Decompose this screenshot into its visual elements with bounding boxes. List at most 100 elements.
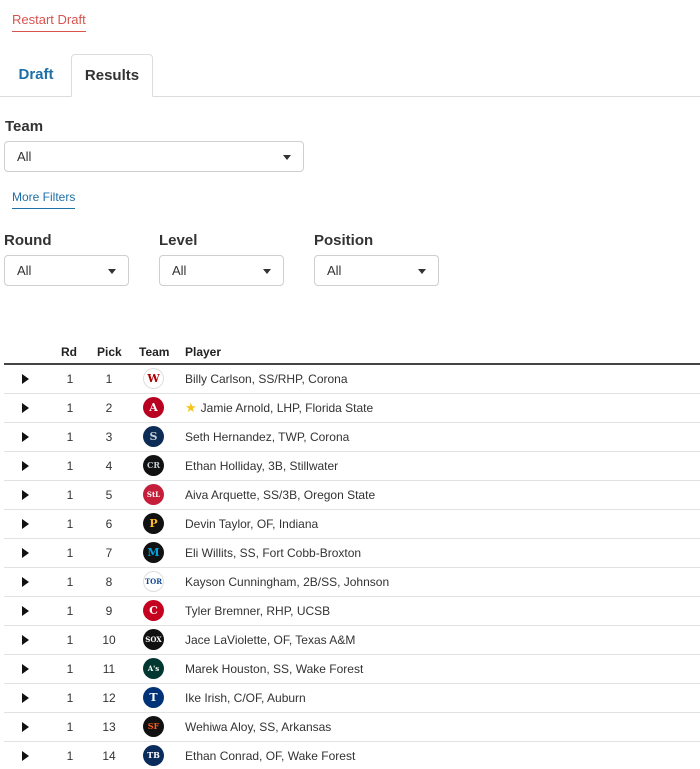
caret-right-icon[interactable] xyxy=(22,432,29,442)
caret-right-icon[interactable] xyxy=(22,693,29,703)
team-logo-icon: TB xyxy=(143,745,164,766)
player-name: Jamie Arnold, LHP, Florida State xyxy=(200,401,374,415)
player-cell[interactable]: Eli Willits, SS, Fort Cobb-Broxton xyxy=(185,546,361,560)
round-cell: 1 xyxy=(66,575,74,589)
player-name: Eli Willits, SS, Fort Cobb-Broxton xyxy=(185,546,362,560)
team-logo-icon: SF xyxy=(143,716,164,737)
column-header-rd[interactable]: Rd xyxy=(61,345,77,359)
pick-cell: 2 xyxy=(105,401,113,415)
pick-cell: 7 xyxy=(105,546,113,560)
player-cell[interactable]: Ethan Conrad, OF, Wake Forest xyxy=(185,749,355,763)
team-select-value: All xyxy=(17,149,32,164)
caret-right-icon[interactable] xyxy=(22,606,29,616)
chevron-down-icon xyxy=(263,269,271,274)
round-cell: 1 xyxy=(66,430,74,444)
player-cell[interactable]: ★ Jamie Arnold, LHP, Florida State xyxy=(185,401,373,416)
caret-right-icon[interactable] xyxy=(22,722,29,732)
round-cell: 1 xyxy=(66,488,74,502)
team-logo-icon: S xyxy=(143,426,164,447)
caret-right-icon[interactable] xyxy=(22,751,29,761)
caret-right-icon[interactable] xyxy=(22,548,29,558)
table-row[interactable]: 1 9 C Tyler Bremner, RHP, UCSB xyxy=(4,597,700,626)
pick-cell: 10 xyxy=(102,633,116,647)
player-name: Tyler Bremner, RHP, UCSB xyxy=(185,604,331,618)
player-cell[interactable]: Marek Houston, SS, Wake Forest xyxy=(185,662,363,676)
player-cell[interactable]: Devin Taylor, OF, Indiana xyxy=(185,517,318,531)
round-cell: 1 xyxy=(66,372,74,386)
column-header-pick[interactable]: Pick xyxy=(97,345,122,359)
player-cell[interactable]: Billy Carlson, SS/RHP, Corona xyxy=(185,372,348,386)
player-cell[interactable]: Ike Irish, C/OF, Auburn xyxy=(185,691,306,705)
tab-draft[interactable]: Draft xyxy=(4,54,68,95)
table-row[interactable]: 1 13 SF Wehiwa Aloy, SS, Arkansas xyxy=(4,713,700,742)
column-header-team[interactable]: Team xyxy=(139,345,169,359)
table-row[interactable]: 1 6 P Devin Taylor, OF, Indiana xyxy=(4,510,700,539)
player-name: Ethan Conrad, OF, Wake Forest xyxy=(185,749,356,763)
player-name: Ike Irish, C/OF, Auburn xyxy=(185,691,306,705)
restart-draft-link[interactable]: Restart Draft xyxy=(12,12,86,32)
caret-right-icon[interactable] xyxy=(22,577,29,587)
pick-cell: 1 xyxy=(105,372,113,386)
team-select[interactable]: All xyxy=(4,141,304,172)
caret-right-icon[interactable] xyxy=(22,490,29,500)
pick-cell: 5 xyxy=(105,488,113,502)
team-logo-icon: TOR xyxy=(143,571,164,592)
round-select[interactable]: All xyxy=(4,255,129,286)
pick-cell: 6 xyxy=(105,517,113,531)
caret-right-icon[interactable] xyxy=(22,461,29,471)
round-cell: 1 xyxy=(66,401,74,415)
position-select[interactable]: All xyxy=(314,255,439,286)
round-cell: 1 xyxy=(66,517,74,531)
table-row[interactable]: 1 14 TB Ethan Conrad, OF, Wake Forest xyxy=(4,742,700,769)
round-filter-label: Round xyxy=(4,232,52,249)
table-header: Rd Pick Team Player xyxy=(4,340,700,365)
chevron-down-icon xyxy=(418,269,426,274)
caret-right-icon[interactable] xyxy=(22,403,29,413)
round-cell: 1 xyxy=(66,691,74,705)
team-logo-icon: M xyxy=(143,542,164,563)
player-name: Jace LaViolette, OF, Texas A&M xyxy=(185,633,356,647)
more-filters-link[interactable]: More Filters xyxy=(12,190,76,209)
player-name: Kayson Cunningham, 2B/SS, Johnson xyxy=(185,575,390,589)
pick-cell: 9 xyxy=(105,604,113,618)
team-logo-icon: A xyxy=(143,397,164,418)
table-row[interactable]: 1 7 M Eli Willits, SS, Fort Cobb-Broxton xyxy=(4,539,700,568)
team-logo-icon: SOX xyxy=(143,629,164,650)
team-logo-icon: C xyxy=(143,600,164,621)
table-row[interactable]: 1 5 StL Aiva Arquette, SS/3B, Oregon State xyxy=(4,481,700,510)
table-row[interactable]: 1 2 A ★ Jamie Arnold, LHP, Florida State xyxy=(4,394,700,423)
player-cell[interactable]: Ethan Holliday, 3B, Stillwater xyxy=(185,459,338,473)
team-logo-icon: StL xyxy=(143,484,164,505)
player-cell[interactable]: Jace LaViolette, OF, Texas A&M xyxy=(185,633,355,647)
round-cell: 1 xyxy=(66,749,74,763)
table-body: 1 1 W Billy Carlson, SS/RHP, Corona 1 2 A ★ Jami… xyxy=(4,365,700,769)
round-cell: 1 xyxy=(66,459,74,473)
round-cell: 1 xyxy=(66,720,74,734)
column-header-player[interactable]: Player xyxy=(185,345,221,359)
pick-cell: 3 xyxy=(105,430,113,444)
table-row[interactable]: 1 12 T Ike Irish, C/OF, Auburn xyxy=(4,684,700,713)
caret-right-icon[interactable] xyxy=(22,519,29,529)
level-select[interactable]: All xyxy=(159,255,284,286)
pick-cell: 11 xyxy=(102,662,116,676)
table-row[interactable]: 1 4 CR Ethan Holliday, 3B, Stillwater xyxy=(4,452,700,481)
player-cell[interactable]: Tyler Bremner, RHP, UCSB xyxy=(185,604,330,618)
table-row[interactable]: 1 3 S Seth Hernandez, TWP, Corona xyxy=(4,423,700,452)
player-cell[interactable]: Seth Hernandez, TWP, Corona xyxy=(185,430,349,444)
table-row[interactable]: 1 10 SOX Jace LaViolette, OF, Texas A&M xyxy=(4,626,700,655)
table-row[interactable]: 1 11 A's Marek Houston, SS, Wake Forest xyxy=(4,655,700,684)
table-row[interactable]: 1 8 TOR Kayson Cunningham, 2B/SS, Johnson xyxy=(4,568,700,597)
draft-results-page: Restart Draft Draft Results Team All Mor… xyxy=(0,0,700,769)
position-select-value: All xyxy=(327,263,342,278)
chevron-down-icon xyxy=(108,269,116,274)
caret-right-icon[interactable] xyxy=(22,635,29,645)
table-row[interactable]: 1 1 W Billy Carlson, SS/RHP, Corona xyxy=(4,365,700,394)
caret-right-icon[interactable] xyxy=(22,664,29,674)
player-cell[interactable]: Kayson Cunningham, 2B/SS, Johnson xyxy=(185,575,389,589)
player-cell[interactable]: Aiva Arquette, SS/3B, Oregon State xyxy=(185,488,375,502)
player-cell[interactable]: Wehiwa Aloy, SS, Arkansas xyxy=(185,720,331,734)
pick-cell: 4 xyxy=(105,459,113,473)
caret-right-icon[interactable] xyxy=(22,374,29,384)
tab-results[interactable]: Results xyxy=(71,54,153,97)
team-logo-icon: T xyxy=(143,687,164,708)
